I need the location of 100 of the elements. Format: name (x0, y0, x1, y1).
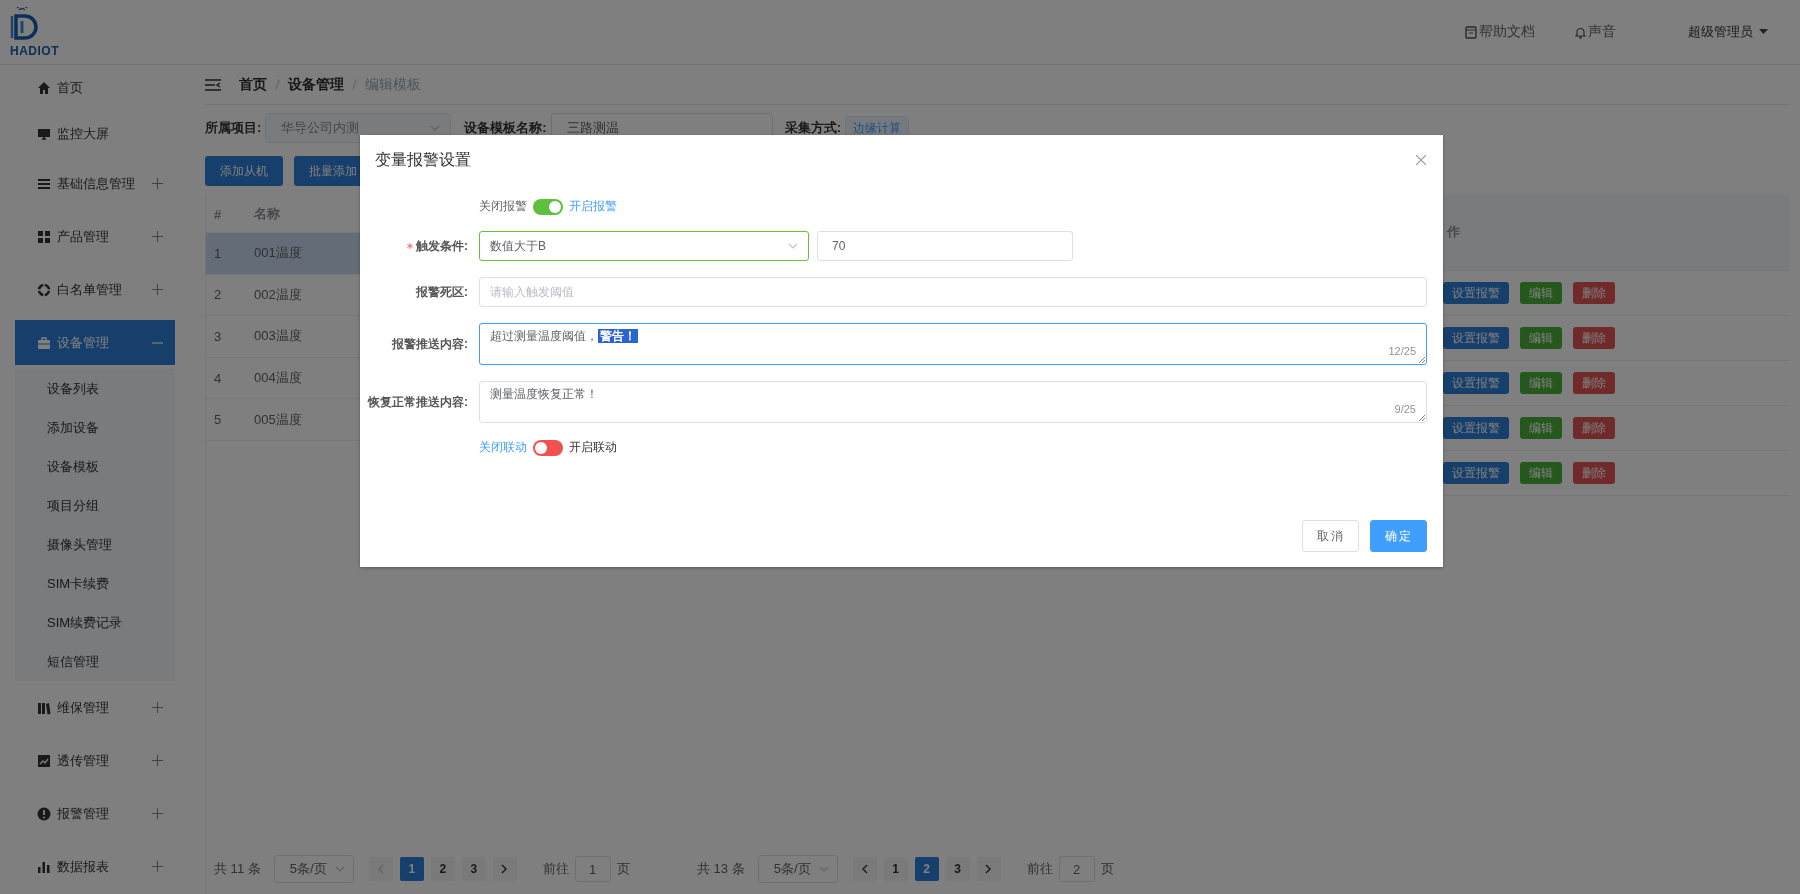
line-chart-icon (37, 753, 51, 768)
goto-label: 前往 (1026, 860, 1053, 878)
message-textarea[interactable]: 测量温度恢复正常！ 9/25 (479, 381, 1427, 423)
char-counter: 9/25 (1394, 401, 1416, 416)
page-input[interactable]: 1 (574, 856, 611, 882)
cancel-button[interactable]: 取消 (1302, 520, 1359, 552)
submenu-item[interactable]: 短信管理 (15, 642, 175, 681)
page-button[interactable]: 2 (914, 857, 939, 881)
action-button[interactable]: 编辑 (1520, 372, 1562, 394)
menu-fold-icon[interactable] (205, 78, 221, 91)
chevron-right-icon (501, 864, 509, 874)
table-cell-text: 1 (213, 245, 223, 261)
switch-label[interactable]: 开启报警 (569, 198, 617, 215)
bar-chart-icon (37, 859, 51, 874)
action-button[interactable]: 编辑 (1520, 462, 1562, 484)
sidebar-item[interactable]: 报警管理 (15, 791, 175, 836)
resize-grip-icon (1418, 356, 1425, 363)
field-label: 所属项目: (205, 119, 262, 137)
breadcrumb-item[interactable]: 设备管理 (288, 75, 344, 94)
page-size-select[interactable]: 5条/页 (757, 855, 838, 883)
sidebar-item[interactable]: 白名单管理 (15, 267, 175, 312)
table-cell: 004温度 (254, 369, 302, 388)
books-icon (37, 700, 51, 715)
condition-select[interactable]: 数值大于B (479, 231, 809, 261)
next-page-button[interactable] (492, 857, 517, 881)
deadband-input[interactable]: 请输入触发阈值 (479, 277, 1427, 307)
submenu-item[interactable]: SIM续费记录 (15, 603, 175, 642)
caret-down-icon (1759, 29, 1768, 35)
caret-down-icon (334, 866, 345, 872)
alert-icon (37, 806, 51, 821)
sidebar-item[interactable]: 设备管理 (15, 320, 175, 365)
user-menu[interactable]: 超级管理员 (1688, 23, 1768, 41)
action-button[interactable]: 编辑 (1520, 282, 1562, 304)
page-button[interactable]: 3 (945, 857, 970, 881)
grid-icon (37, 229, 51, 244)
submenu-item[interactable]: SIM卡续费 (15, 564, 175, 603)
toolbar-button[interactable]: 添加从机 (205, 156, 283, 186)
table-cell: 002温度 (254, 285, 302, 304)
switch-label[interactable]: 关闭报警 (479, 198, 527, 215)
sound-link[interactable]: 声音 (1575, 23, 1616, 41)
switch-label[interactable]: 开启联动 (569, 439, 617, 456)
sidebar-item[interactable]: 基础信息管理 (15, 161, 175, 206)
switch-label[interactable]: 关闭联动 (479, 439, 527, 456)
action-button[interactable]: 编辑 (1520, 327, 1562, 349)
toggle-switch[interactable] (533, 198, 563, 215)
action-button[interactable]: 设置报警 (1443, 327, 1509, 349)
action-button[interactable]: 删除 (1573, 282, 1615, 304)
sidebar-item[interactable]: 透传管理 (15, 738, 175, 783)
page-button[interactable]: 1 (399, 857, 424, 881)
submenu-item[interactable]: 设备列表 (15, 369, 175, 408)
page-suffix: 页 (1100, 860, 1114, 878)
table-cell: 001温度 (254, 244, 302, 263)
action-button[interactable]: 删除 (1573, 327, 1615, 349)
help-link[interactable]: 帮助文档 (1465, 23, 1535, 41)
message-textarea[interactable]: 超过测量温度阈值， 警告！ 12/25 (479, 323, 1427, 365)
action-button[interactable]: 删除 (1573, 372, 1615, 394)
submenu-item[interactable]: 设备模板 (15, 447, 175, 486)
page-button[interactable]: 3 (461, 857, 486, 881)
goto-label: 前往 (542, 860, 569, 878)
sidebar-item[interactable]: 数据报表 (15, 844, 175, 889)
chevron-right-icon (985, 864, 993, 874)
threshold-input[interactable]: 70 (817, 231, 1073, 261)
action-button[interactable]: 设置报警 (1443, 372, 1509, 394)
bell-icon (1575, 25, 1586, 39)
sidebar-item[interactable]: 维保管理 (15, 685, 175, 730)
submenu-item[interactable]: 摄像头管理 (15, 525, 175, 564)
field-label: 报警推送内容: (392, 335, 468, 353)
briefcase-icon (37, 335, 51, 350)
action-button[interactable]: 删除 (1573, 417, 1615, 439)
page-button[interactable]: 2 (430, 857, 455, 881)
action-button[interactable]: 编辑 (1520, 417, 1562, 439)
confirm-button[interactable]: 确定 (1370, 520, 1427, 552)
sidebar-item[interactable]: 首页 (15, 65, 175, 111)
submenu-item[interactable]: 项目分组 (15, 486, 175, 525)
page-button[interactable]: 1 (883, 857, 908, 881)
page-size-select[interactable]: 5条/页 (273, 855, 354, 883)
toggle-switch[interactable] (533, 439, 563, 456)
action-button[interactable]: 设置报警 (1443, 417, 1509, 439)
chevron-left-icon (377, 864, 385, 874)
list-icon (37, 176, 51, 191)
resize-grip-icon (1418, 414, 1425, 421)
submenu-item[interactable]: 添加设备 (15, 408, 175, 447)
prev-page-button[interactable] (852, 857, 877, 881)
field-label: 触发条件: (416, 237, 468, 255)
action-button[interactable]: 删除 (1573, 462, 1615, 484)
caret-down-icon (788, 243, 798, 249)
page-input[interactable]: 2 (1058, 856, 1095, 882)
sidebar-item[interactable]: 产品管理 (15, 214, 175, 259)
breadcrumb-item[interactable]: 首页 (239, 75, 267, 94)
sidebar-item[interactable]: 监控大屏 (15, 111, 175, 157)
action-button[interactable]: 设置报警 (1443, 462, 1509, 484)
page-suffix: 页 (616, 860, 630, 878)
close-button[interactable] (1416, 155, 1426, 165)
action-button[interactable]: 设置报警 (1443, 282, 1509, 304)
close-icon (1416, 155, 1426, 165)
next-page-button[interactable] (976, 857, 1001, 881)
field-label: 恢复正常推送内容: (368, 393, 468, 411)
field-label: 设备模板名称: (464, 119, 547, 137)
field-label: 报警死区: (416, 283, 468, 301)
column-header: # (213, 206, 223, 222)
